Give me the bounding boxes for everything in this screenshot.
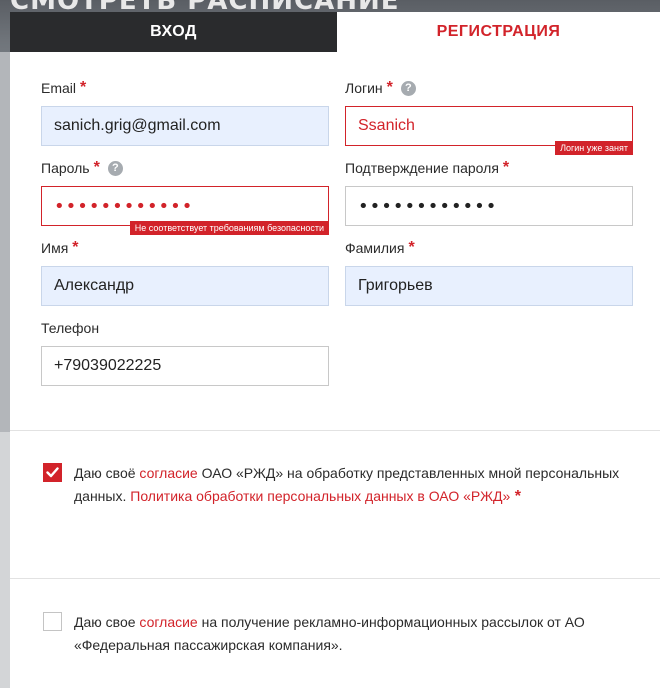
help-icon[interactable]: ? [107, 160, 123, 176]
background-strip [0, 52, 10, 432]
consent-personal-data-checkbox[interactable] [43, 463, 62, 482]
email-field-group: Email * sanich.grig@gmail.com [41, 78, 329, 146]
required-mark: * [93, 159, 100, 176]
consent-text-part: Даю своё [74, 465, 140, 481]
last-name-label-text: Фамилия [345, 240, 405, 256]
login-error-tooltip: Логин уже занят [555, 141, 633, 155]
login-input[interactable]: Ssanich Логин уже занят [345, 106, 633, 155]
checkmark-icon [46, 467, 59, 478]
phone-label: Телефон [41, 318, 329, 338]
password-input[interactable]: •••••••••••• Не соответствует требования… [41, 186, 329, 235]
login-field-group: Логин * ? Ssanich Логин уже занят [345, 78, 633, 155]
first-name-input[interactable]: Александр [41, 266, 329, 306]
last-name-input[interactable]: Григорьев [345, 266, 633, 306]
divider [10, 430, 660, 431]
last-name-value: Григорьев [358, 277, 433, 294]
tab-register[interactable]: РЕГИСТРАЦИЯ [337, 12, 660, 52]
password-label: Пароль * ? [41, 158, 329, 178]
password-confirm-value: •••••••••••• [358, 195, 498, 217]
background-banner-text: СМОТРЕТЬ РАСПИСАНИЕ [10, 0, 399, 12]
phone-field-group: Телефон +79039022225 [41, 318, 329, 386]
phone-value: +79039022225 [54, 357, 162, 374]
privacy-policy-link[interactable]: Политика обработки персональных данных в… [130, 488, 510, 504]
email-value: sanich.grig@gmail.com [54, 117, 221, 134]
consent-link[interactable]: согласие [139, 465, 197, 481]
consent-marketing: Даю свое согласие на получение рекламно-… [43, 611, 623, 657]
first-name-field-group: Имя * Александр [41, 238, 329, 306]
password-field-group: Пароль * ? •••••••••••• Не соответствует… [41, 158, 329, 235]
first-name-label-text: Имя [41, 240, 69, 256]
login-label: Логин * ? [345, 78, 633, 98]
background-banner: СМОТРЕТЬ РАСПИСАНИЕ [0, 0, 660, 12]
email-label-text: Email [41, 80, 77, 96]
password-confirm-label-text: Подтверждение пароля [345, 160, 499, 176]
password-error-tooltip: Не соответствует требованиям безопасност… [129, 221, 329, 235]
password-confirm-field-group: Подтверждение пароля * •••••••••••• [345, 158, 633, 226]
help-icon[interactable]: ? [400, 80, 416, 96]
consent-text-part: Даю свое [74, 614, 140, 630]
login-value: Ssanich [358, 117, 415, 134]
phone-input[interactable]: +79039022225 [41, 346, 329, 386]
required-mark: * [386, 79, 393, 96]
divider [10, 578, 660, 579]
first-name-label: Имя * [41, 238, 329, 258]
password-label-text: Пароль [41, 160, 90, 176]
last-name-label: Фамилия * [345, 238, 633, 258]
required-mark: * [408, 239, 415, 256]
last-name-field-group: Фамилия * Григорьев [345, 238, 633, 306]
password-value: •••••••••••• [54, 195, 194, 217]
required-mark: * [72, 239, 79, 256]
consent-personal-data: Даю своё согласие ОАО «РЖД» на обработку… [43, 462, 623, 508]
consent-marketing-checkbox[interactable] [43, 612, 62, 631]
consent-link[interactable]: согласие [139, 614, 197, 630]
login-label-text: Логин [345, 80, 383, 96]
password-confirm-label: Подтверждение пароля * [345, 158, 633, 178]
consent-marketing-text: Даю свое согласие на получение рекламно-… [74, 611, 623, 657]
required-mark: * [510, 488, 521, 505]
phone-label-text: Телефон [41, 320, 100, 336]
tab-login[interactable]: ВХОД [10, 12, 337, 52]
first-name-value: Александр [54, 277, 135, 294]
background-strip [0, 432, 10, 688]
required-mark: * [80, 79, 87, 96]
required-mark: * [502, 159, 510, 176]
email-label: Email * [41, 78, 329, 98]
consent-personal-data-text: Даю своё согласие ОАО «РЖД» на обработку… [74, 462, 623, 508]
email-input[interactable]: sanich.grig@gmail.com [41, 106, 329, 146]
password-confirm-input[interactable]: •••••••••••• [345, 186, 633, 226]
